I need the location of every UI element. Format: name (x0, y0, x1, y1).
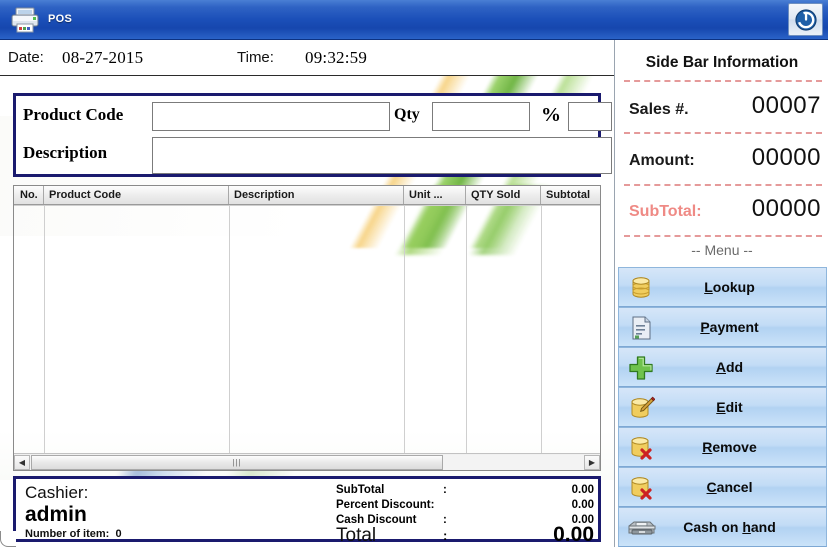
menu-button-cash-on-hand[interactable]: Cash on hand (618, 507, 827, 547)
qty-input[interactable] (432, 102, 530, 131)
subtotal-colon: : (443, 484, 447, 496)
sidebar-title: Side Bar Information (645, 54, 799, 71)
power-button[interactable] (788, 3, 823, 36)
product-entry-panel: Product Code Qty % Description (13, 93, 612, 177)
grid-body-empty[interactable] (14, 205, 600, 453)
grid-col-qty-sold[interactable]: QTY Sold (466, 186, 541, 204)
number-of-items: Number of item: 0 (25, 528, 122, 540)
total-label: Total (336, 525, 377, 546)
database-delete-icon (625, 472, 657, 504)
number-of-items-label: Number of item: (25, 528, 110, 540)
grid-col-no[interactable]: No. (14, 186, 44, 204)
pos-application-window: POS Date: 08-27-2015 Time: 09:32:59 Prod… (0, 0, 828, 547)
summary-panel: Cashier: admin Number of item: 0 SubTota… (13, 476, 601, 546)
grid-col-divider (541, 205, 542, 453)
cashier-label: Cashier: (25, 483, 89, 502)
percent-discount-value: 0.00 (571, 499, 594, 511)
sales-number-value: 00007 (751, 92, 821, 119)
grid-horizontal-scrollbar[interactable]: ◀ ||| ▶ (14, 453, 600, 470)
sidebar-divider (624, 235, 822, 237)
date-value: 08-27-2015 (62, 48, 144, 67)
grid-col-unit[interactable]: Unit ... (404, 186, 466, 204)
number-of-items-value: 0 (115, 528, 122, 540)
subtotal-value: 0.00 (571, 484, 594, 496)
subtotal-label: SubTotal (336, 484, 385, 496)
product-code-label: Product Code (23, 105, 124, 124)
percent-label: % (541, 104, 561, 126)
qty-label: Qty (394, 106, 420, 123)
sidebar-menu: Lookup Payment Add Edit Remove Cancel Ca… (618, 267, 827, 547)
document-icon (625, 312, 657, 344)
sidebar-divider (624, 132, 822, 134)
grid-col-product-code[interactable]: Product Code (44, 186, 229, 204)
printer-icon (10, 6, 40, 34)
sales-number-label: Sales #. (629, 101, 689, 118)
scroll-left-arrow-icon[interactable]: ◀ (14, 454, 30, 470)
plus-icon (625, 352, 657, 384)
total-value: 0.00 (466, 523, 594, 547)
sidebar-panel: Side Bar Information Sales #. 00007 Amou… (614, 40, 828, 547)
database-icon (625, 272, 657, 304)
main-pane: Date: 08-27-2015 Time: 09:32:59 Product … (0, 40, 614, 547)
menu-button-add[interactable]: Add (618, 347, 827, 387)
grid-col-divider (229, 205, 230, 453)
menu-button-cancel[interactable]: Cancel (618, 467, 827, 507)
sidebar-divider (624, 80, 822, 82)
grid-col-divider (44, 205, 45, 453)
scrollbar-track[interactable]: ||| (30, 454, 584, 470)
edit-pencil-icon (625, 392, 657, 424)
menu-button-lookup[interactable]: Lookup (618, 267, 827, 307)
percent-discount-label: Percent Discount: (336, 499, 435, 511)
scrollbar-grip-icon: ||| (232, 457, 242, 467)
grid-row-separator (14, 205, 600, 206)
amount-label: Amount: (629, 152, 695, 169)
grid-col-divider (404, 205, 405, 453)
subtotal-sidebar-value: 00000 (751, 195, 821, 222)
window-corner-flourish (0, 531, 16, 547)
percent-input[interactable] (568, 102, 612, 131)
database-delete-icon (625, 432, 657, 464)
subtotal-sidebar-label: SubTotal: (629, 203, 702, 220)
scroll-right-arrow-icon[interactable]: ▶ (584, 454, 600, 470)
product-code-input[interactable] (152, 102, 390, 131)
menu-button-payment[interactable]: Payment (618, 307, 827, 347)
time-value: 09:32:59 (305, 48, 368, 67)
menu-button-remove[interactable]: Remove (618, 427, 827, 467)
description-label: Description (23, 143, 108, 162)
grid-col-divider (466, 205, 467, 453)
sidebar-divider (624, 184, 822, 186)
time-label: Time: (237, 49, 274, 66)
total-colon: : (443, 528, 448, 543)
grid-col-description[interactable]: Description (229, 186, 404, 204)
title-bar: POS (0, 0, 828, 40)
scrollbar-thumb[interactable]: ||| (31, 454, 443, 470)
date-time-strip: Date: 08-27-2015 Time: 09:32:59 (0, 40, 614, 76)
cashier-name: admin (25, 503, 87, 526)
date-label: Date: (8, 49, 44, 66)
grid-header-row: No. Product Code Description Unit ... QT… (14, 186, 600, 205)
items-grid: No. Product Code Description Unit ... QT… (13, 185, 601, 471)
grid-col-subtotal[interactable]: Subtotal (541, 186, 600, 204)
cash-drawer-icon (625, 512, 657, 544)
menu-caption: -- Menu -- (691, 242, 753, 258)
menu-button-edit[interactable]: Edit (618, 387, 827, 427)
description-input[interactable] (152, 137, 612, 174)
amount-value: 00000 (751, 144, 821, 171)
power-icon (794, 8, 817, 31)
window-title: POS (48, 13, 73, 25)
cash-discount-colon: : (443, 514, 447, 526)
